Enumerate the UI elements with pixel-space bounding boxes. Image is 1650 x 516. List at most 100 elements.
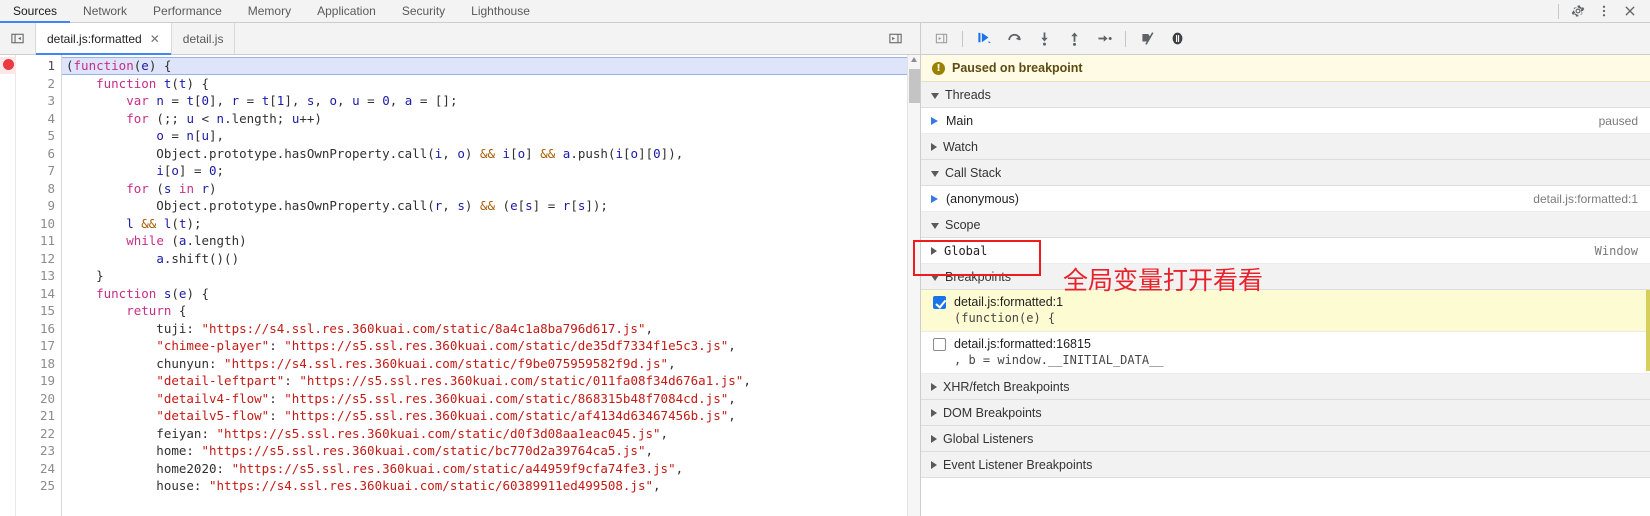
code-line: return { — [126, 303, 187, 318]
current-thread-arrow-icon — [931, 116, 938, 125]
file-tab-detail-js-formatted[interactable]: detail.js:formatted ✕ — [36, 23, 172, 55]
section-header-watch[interactable]: Watch — [921, 134, 1650, 160]
chevron-down-icon — [931, 222, 939, 229]
tab-label: Lighthouse — [471, 4, 530, 18]
tab-performance[interactable]: Performance — [140, 0, 235, 22]
line-number[interactable]: 2 — [16, 75, 55, 93]
tab-sources[interactable]: Sources — [0, 0, 71, 23]
step-over-next-function-call-button[interactable] — [1000, 26, 1028, 52]
section-header-breakpoints[interactable]: Breakpoints — [921, 264, 1650, 290]
section-header-scope[interactable]: Scope — [921, 212, 1650, 238]
code-editor[interactable]: 1 2 3 4 5 6 7 8 9 10 11 12 13 14 15 16 17 18 19 20 21 22 23 24 2… — [0, 55, 920, 516]
scroll-up-arrow-icon[interactable] — [911, 57, 917, 62]
code-line: home2020: "https://s5.ssl.res.360kuai.co… — [66, 460, 684, 476]
section-header-dom-breakpoints[interactable]: DOM Breakpoints — [921, 400, 1650, 426]
section-header-event-listener-breakpoints[interactable]: Event Listener Breakpoints — [921, 452, 1650, 478]
show-navigator-pane-icon[interactable] — [927, 26, 955, 52]
tab-security[interactable]: Security — [389, 0, 458, 22]
code-line: for (s in r) — [126, 180, 217, 196]
line-number[interactable]: 19 — [16, 372, 55, 390]
line-number[interactable]: 5 — [16, 127, 55, 145]
code-line: } — [96, 268, 104, 283]
section-header-global-listeners[interactable]: Global Listeners — [921, 426, 1650, 452]
line-number[interactable]: 23 — [16, 442, 55, 460]
line-number[interactable]: 18 — [16, 355, 55, 373]
editor-tabbar: detail.js:formatted ✕ detail.js — [0, 23, 920, 55]
tab-network[interactable]: Network — [70, 0, 140, 22]
tab-application[interactable]: Application — [304, 0, 389, 22]
line-number[interactable]: 6 — [16, 145, 55, 163]
chevron-right-icon — [931, 382, 937, 391]
section-title: Threads — [945, 87, 991, 102]
chevron-right-icon[interactable] — [931, 246, 937, 255]
line-number[interactable]: 4 — [16, 110, 55, 128]
line-number[interactable]: 25 — [16, 477, 55, 495]
paused-banner-text: Paused on breakpoint — [952, 61, 1083, 75]
line-number[interactable]: 1 — [16, 57, 55, 75]
step-out-of-current-function-button[interactable] — [1060, 26, 1088, 52]
breakpoint-checkbox[interactable] — [933, 337, 946, 351]
info-icon: ! — [932, 61, 945, 75]
line-number-gutter: 1 2 3 4 5 6 7 8 9 10 11 12 13 14 15 16 17 18 19 20 21 22 23 24 2… — [16, 55, 62, 516]
line-number[interactable]: 14 — [16, 285, 55, 303]
editor-vertical-scrollbar[interactable] — [907, 55, 920, 516]
pause-on-exceptions-button[interactable] — [1163, 26, 1191, 52]
line-number[interactable]: 16 — [16, 320, 55, 338]
frame-location: detail.js:formatted:1 — [1533, 191, 1638, 206]
line-number[interactable]: 10 — [16, 215, 55, 233]
file-tab-detail-js[interactable]: detail.js — [172, 23, 236, 54]
step-button[interactable] — [1090, 26, 1118, 52]
section-header-threads[interactable]: Threads — [921, 82, 1650, 108]
breakpoint-dot-icon[interactable] — [3, 59, 14, 70]
section-header-xhr-fetch-breakpoints[interactable]: XHR/fetch Breakpoints — [921, 374, 1650, 400]
line-number[interactable]: 12 — [16, 250, 55, 268]
breakpoint-item[interactable]: detail.js:formatted:1 (function(e) { — [921, 290, 1650, 332]
more-options-icon[interactable] — [1591, 0, 1617, 22]
debugger-toolbar — [921, 23, 1650, 55]
devtools-titlebar-actions — [1552, 0, 1650, 22]
line-number[interactable]: 9 — [16, 197, 55, 215]
code-line: "detailv5-flow": "https://s5.ssl.res.360… — [156, 408, 736, 423]
scrollbar-thumb[interactable] — [909, 69, 920, 103]
line-number[interactable]: 15 — [16, 302, 55, 320]
section-header-call-stack[interactable]: Call Stack — [921, 160, 1650, 186]
line-number[interactable]: 21 — [16, 407, 55, 425]
tab-lighthouse[interactable]: Lighthouse — [458, 0, 543, 22]
code-scroll-container[interactable]: (function(e) { function t(t) { var n = t… — [62, 55, 920, 516]
step-into-next-function-call-button[interactable] — [1030, 26, 1058, 52]
line-number[interactable]: 20 — [16, 390, 55, 408]
line-number[interactable]: 24 — [16, 460, 55, 478]
line-number[interactable]: 7 — [16, 162, 55, 180]
resume-script-execution-button[interactable] — [970, 26, 998, 52]
deactivate-breakpoints-button[interactable] — [1133, 26, 1161, 52]
breakpoint-item[interactable]: detail.js:formatted:16815 , b = window._… — [921, 332, 1650, 374]
show-debugger-icon[interactable] — [882, 28, 908, 50]
devtools-panel-tabbar: Sources Network Performance Memory Appli… — [0, 0, 1650, 23]
debugger-sidebar: ! Paused on breakpoint Threads Main paus… — [920, 23, 1650, 516]
tab-memory[interactable]: Memory — [235, 0, 304, 22]
call-stack-frame[interactable]: (anonymous) detail.js:formatted:1 — [921, 186, 1650, 212]
line-number[interactable]: 3 — [16, 92, 55, 110]
line-number[interactable]: 8 — [16, 180, 55, 198]
tab-label: Performance — [153, 4, 222, 18]
line-number[interactable]: 17 — [16, 337, 55, 355]
thread-status: paused — [1598, 113, 1638, 128]
line-number[interactable]: 11 — [16, 232, 55, 250]
close-icon[interactable]: ✕ — [150, 33, 160, 45]
toolbar-divider — [962, 30, 963, 47]
breakpoint-checkbox[interactable] — [933, 295, 946, 309]
breakpoint-gutter[interactable] — [0, 55, 16, 516]
line-number[interactable]: 13 — [16, 267, 55, 285]
gear-icon[interactable] — [1565, 0, 1591, 22]
thread-row-main[interactable]: Main paused — [921, 108, 1650, 134]
code-line: for (;; u < n.length; u++) — [126, 110, 322, 126]
section-title: XHR/fetch Breakpoints — [943, 379, 1070, 394]
chevron-down-icon — [931, 274, 939, 281]
line-number[interactable]: 22 — [16, 425, 55, 443]
close-icon[interactable] — [1617, 0, 1643, 22]
code-line: o = n[u], — [156, 128, 225, 143]
show-navigator-icon[interactable] — [0, 23, 36, 54]
code-line: "chimee-player": "https://s5.ssl.res.360… — [156, 338, 736, 353]
scope-row-global[interactable]: Global Window — [921, 238, 1650, 264]
code-line: var n = t[0], r = t[1], s, o, u = 0, a =… — [126, 93, 458, 108]
